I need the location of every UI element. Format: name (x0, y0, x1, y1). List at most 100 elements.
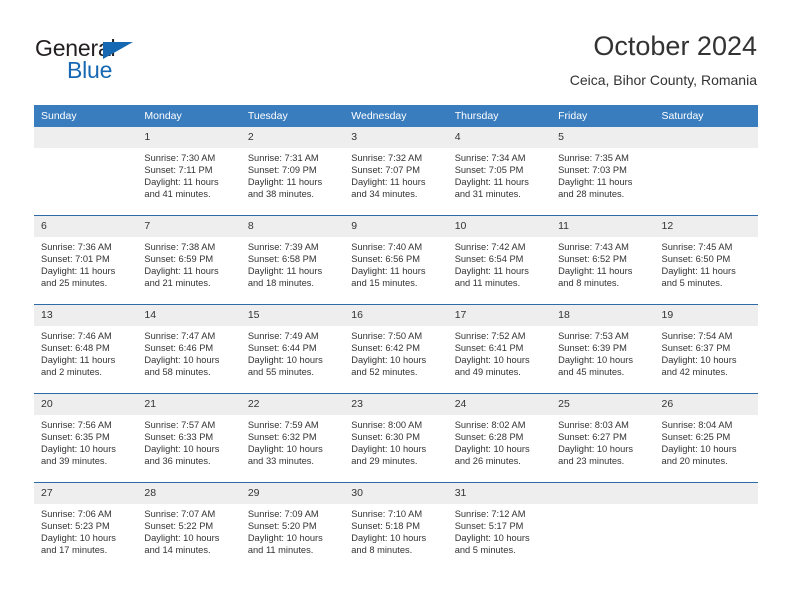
calendar-day-cell[interactable]: 16 Sunrise: 7:50 AM Sunset: 6:42 PM Dayligh… (344, 304, 448, 394)
calendar-day-cell[interactable]: 5 Sunrise: 7:35 AM Sunset: 7:03 PM Daylight… (551, 127, 655, 216)
day-number: 26 (654, 394, 758, 415)
day-number: 11 (551, 216, 655, 237)
calendar-day-cell[interactable]: 17 Sunrise: 7:52 AM Sunset: 6:41 PM Dayligh… (447, 304, 552, 394)
calendar-week-row: 27 Sunrise: 7:06 AM Sunset: 5:23 PM Dayligh… (34, 482, 758, 571)
calendar-day-cell[interactable]: 31 Sunrise: 7:12 AM Sunset: 5:17 PM Dayligh… (447, 482, 552, 571)
calendar-day-cell[interactable]: 20 Sunrise: 7:56 AM Sunset: 6:35 PM Dayligh… (34, 393, 138, 483)
calendar-day-cell[interactable]: 9 Sunrise: 7:40 AM Sunset: 6:56 PM Daylight… (344, 215, 448, 305)
day-sun-info: Sunrise: 7:53 AM Sunset: 6:39 PM Daylight:… (551, 326, 654, 378)
day-number: 2 (240, 127, 345, 148)
calendar-day-cell[interactable]: 6 Sunrise: 7:36 AM Sunset: 7:01 PM Daylight… (34, 215, 138, 305)
sunset-text: Sunset: 5:18 PM (351, 521, 420, 532)
day-number: 15 (240, 305, 345, 326)
day-sun-info: Sunrise: 7:59 AM Sunset: 6:32 PM Daylight:… (241, 415, 344, 467)
day-sun-info: Sunrise: 7:09 AM Sunset: 5:20 PM Daylight:… (241, 504, 344, 556)
day-number: 5 (551, 127, 655, 148)
calendar-day-cell[interactable]: 15 Sunrise: 7:49 AM Sunset: 6:44 PM Dayligh… (240, 304, 345, 394)
daylight-text: Daylight: 10 hours and 23 minutes. (558, 444, 634, 467)
calendar-day-cell[interactable]: 7 Sunrise: 7:38 AM Sunset: 6:59 PM Daylight… (137, 215, 241, 305)
calendar-day-cell-empty (654, 482, 758, 571)
day-sun-info: Sunrise: 8:02 AM Sunset: 6:28 PM Daylight:… (448, 415, 551, 467)
calendar-day-cell[interactable]: 2 Sunrise: 7:31 AM Sunset: 7:09 PM Daylight… (240, 127, 345, 216)
sunset-text: Sunset: 5:17 PM (454, 521, 524, 532)
sunrise-text: Sunrise: 7:59 AM (247, 420, 319, 430)
day-sun-info: Sunrise: 7:43 AM Sunset: 6:52 PM Daylight:… (551, 237, 654, 289)
day-number: 17 (447, 305, 552, 326)
sunset-text: Sunset: 6:58 PM (247, 254, 317, 265)
day-number: 1 (137, 127, 241, 148)
sunrise-text: Sunrise: 8:00 AM (351, 420, 423, 430)
daylight-text: Daylight: 11 hours and 31 minutes. (454, 177, 529, 200)
day-number: 27 (34, 483, 138, 504)
day-number: 29 (240, 483, 345, 504)
calendar-day-cell[interactable]: 10 Sunrise: 7:42 AM Sunset: 6:54 PM Dayligh… (447, 215, 552, 305)
calendar-day-cell[interactable]: 19 Sunrise: 7:54 AM Sunset: 6:37 PM Dayligh… (654, 304, 758, 394)
sunset-text: Sunset: 6:41 PM (454, 343, 524, 354)
calendar-day-cell[interactable]: 13 Sunrise: 7:46 AM Sunset: 6:48 PM Dayligh… (34, 304, 138, 394)
day-sun-info: Sunrise: 7:32 AM Sunset: 7:07 PM Daylight:… (344, 148, 447, 200)
calendar-day-cell[interactable]: 30 Sunrise: 7:10 AM Sunset: 5:18 PM Dayligh… (344, 482, 448, 571)
daylight-text: Daylight: 11 hours and 25 minutes. (41, 266, 116, 289)
calendar-day-cell[interactable]: 28 Sunrise: 7:07 AM Sunset: 5:22 PM Dayligh… (137, 482, 241, 571)
calendar-day-cell[interactable]: 18 Sunrise: 7:53 AM Sunset: 6:39 PM Dayligh… (551, 304, 655, 394)
daylight-text: Daylight: 10 hours and 17 minutes. (41, 533, 116, 556)
day-number: 23 (344, 394, 448, 415)
sunset-text: Sunset: 7:05 PM (454, 165, 524, 176)
daylight-text: Daylight: 10 hours and 55 minutes. (247, 355, 323, 378)
page-header: General Blue October 2024 Ceica, Bihor C… (35, 30, 757, 98)
calendar-day-cell-empty (34, 127, 138, 216)
calendar-day-cell[interactable]: 25 Sunrise: 8:03 AM Sunset: 6:27 PM Dayligh… (551, 393, 655, 483)
calendar-day-cell[interactable]: 27 Sunrise: 7:06 AM Sunset: 5:23 PM Dayligh… (34, 482, 138, 571)
sunrise-text: Sunrise: 7:49 AM (247, 331, 319, 341)
sunrise-text: Sunrise: 7:50 AM (351, 331, 423, 341)
sunrise-text: Sunrise: 7:34 AM (454, 153, 526, 163)
sunrise-text: Sunrise: 7:57 AM (144, 420, 216, 430)
weekday-header-friday: Friday (551, 105, 655, 127)
sunset-text: Sunset: 6:59 PM (144, 254, 214, 265)
calendar-day-cell[interactable]: 4 Sunrise: 7:34 AM Sunset: 7:05 PM Daylight… (447, 127, 552, 216)
calendar-day-cell[interactable]: 26 Sunrise: 8:04 AM Sunset: 6:25 PM Dayligh… (654, 393, 758, 483)
calendar-day-cell[interactable]: 23 Sunrise: 8:00 AM Sunset: 6:30 PM Dayligh… (344, 393, 448, 483)
calendar-day-cell[interactable]: 21 Sunrise: 7:57 AM Sunset: 6:33 PM Dayligh… (137, 393, 241, 483)
sunset-text: Sunset: 6:25 PM (661, 432, 731, 443)
daylight-text: Daylight: 11 hours and 5 minutes. (661, 266, 736, 289)
calendar-day-cell[interactable]: 3 Sunrise: 7:32 AM Sunset: 7:07 PM Daylight… (344, 127, 448, 216)
day-number: 4 (447, 127, 552, 148)
sunrise-text: Sunrise: 7:47 AM (144, 331, 216, 341)
calendar-day-cell[interactable]: 14 Sunrise: 7:47 AM Sunset: 6:46 PM Dayligh… (137, 304, 241, 394)
calendar-week-row: 1 Sunrise: 7:30 AM Sunset: 7:11 PM Daylight… (34, 127, 758, 216)
daylight-text: Daylight: 10 hours and 52 minutes. (351, 355, 427, 378)
daylight-text: Daylight: 11 hours and 15 minutes. (351, 266, 426, 289)
sunrise-text: Sunrise: 7:43 AM (558, 242, 629, 252)
sunset-text: Sunset: 7:01 PM (41, 254, 110, 265)
daylight-text: Daylight: 11 hours and 34 minutes. (351, 177, 426, 200)
calendar-day-cell[interactable]: 22 Sunrise: 7:59 AM Sunset: 6:32 PM Dayligh… (240, 393, 345, 483)
sunrise-text: Sunrise: 7:12 AM (454, 509, 526, 519)
sunset-text: Sunset: 6:42 PM (351, 343, 420, 354)
day-number (654, 483, 758, 504)
calendar-day-cell[interactable]: 11 Sunrise: 7:43 AM Sunset: 6:52 PM Dayligh… (551, 215, 655, 305)
daylight-text: Daylight: 10 hours and 11 minutes. (247, 533, 323, 556)
sunrise-text: Sunrise: 7:56 AM (41, 420, 112, 430)
day-number: 30 (344, 483, 448, 504)
weekday-header-sunday: Sunday (34, 105, 138, 127)
calendar-day-cell[interactable]: 12 Sunrise: 7:45 AM Sunset: 6:50 PM Dayligh… (654, 215, 758, 305)
sunset-text: Sunset: 6:32 PM (247, 432, 317, 443)
sunset-text: Sunset: 7:07 PM (351, 165, 420, 176)
day-sun-info: Sunrise: 7:07 AM Sunset: 5:22 PM Daylight:… (137, 504, 240, 556)
day-number: 19 (654, 305, 758, 326)
location-subtitle: Ceica, Bihor County, Romania (569, 72, 757, 88)
day-sun-info: Sunrise: 7:49 AM Sunset: 6:44 PM Daylight:… (241, 326, 344, 378)
day-sun-info: Sunrise: 7:47 AM Sunset: 6:46 PM Daylight:… (137, 326, 240, 378)
general-blue-logo[interactable]: General Blue (35, 36, 155, 88)
day-sun-info: Sunrise: 7:06 AM Sunset: 5:23 PM Daylight:… (34, 504, 137, 556)
calendar-day-cell[interactable]: 24 Sunrise: 8:02 AM Sunset: 6:28 PM Dayligh… (447, 393, 552, 483)
calendar-day-cell[interactable]: 8 Sunrise: 7:39 AM Sunset: 6:58 PM Daylight… (240, 215, 345, 305)
sunrise-text: Sunrise: 7:35 AM (558, 153, 629, 163)
calendar-day-cell[interactable]: 29 Sunrise: 7:09 AM Sunset: 5:20 PM Dayligh… (240, 482, 345, 571)
sunset-text: Sunset: 6:27 PM (558, 432, 627, 443)
calendar-day-cell[interactable]: 1 Sunrise: 7:30 AM Sunset: 7:11 PM Daylight… (137, 127, 241, 216)
daylight-text: Daylight: 10 hours and 36 minutes. (144, 444, 220, 467)
sunset-text: Sunset: 7:11 PM (144, 165, 213, 176)
weekday-header-row: Sunday Monday Tuesday Wednesday Thursday… (34, 105, 758, 127)
